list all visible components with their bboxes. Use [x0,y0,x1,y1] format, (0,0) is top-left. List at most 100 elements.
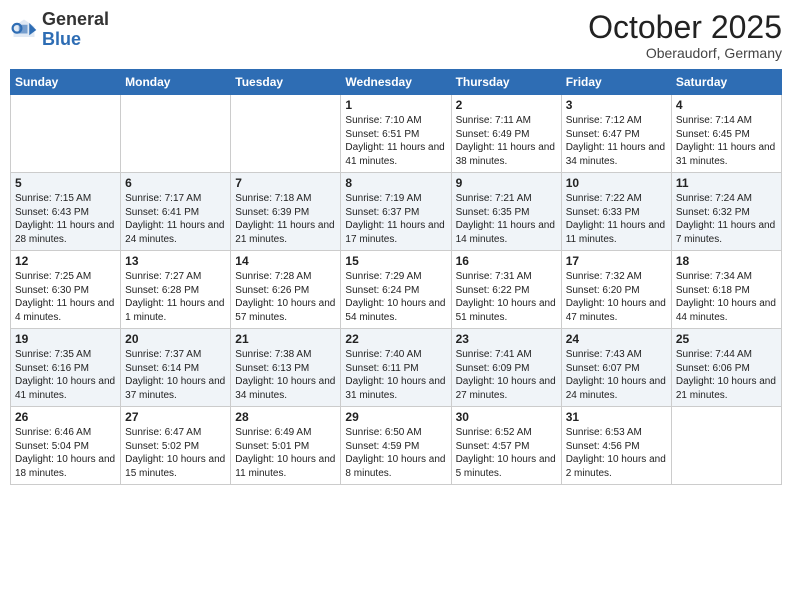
logo-text: General Blue [42,10,109,50]
title-block: October 2025 Oberaudorf, Germany [588,10,782,61]
day-number: 23 [456,332,557,346]
table-row: 7 Sunrise: 7:18 AM Sunset: 6:39 PM Daylig… [231,173,341,251]
table-row: 17 Sunrise: 7:32 AM Sunset: 6:20 PM Dayli… [561,251,671,329]
table-row: 2 Sunrise: 7:11 AM Sunset: 6:49 PM Daylig… [451,95,561,173]
table-row: 29Sunrise: 6:50 AM Sunset: 4:59 PM Dayli… [341,407,451,485]
month-title: October 2025 [588,10,782,45]
calendar: Sunday Monday Tuesday Wednesday Thursday… [10,69,782,485]
table-row: 1Sunrise: 7:10 AM Sunset: 6:51 PM Daylig… [341,95,451,173]
day-info: Sunrise: 7:18 AM Sunset: 6:39 PM Dayligh… [235,192,336,246]
day-number: 17 [566,254,667,268]
table-row: 4 Sunrise: 7:14 AM Sunset: 6:45 PM Daylig… [671,95,781,173]
table-row: 11Sunrise: 7:24 AM Sunset: 6:32 PM Dayli… [671,173,781,251]
calendar-week-5: 26 Sunrise: 6:46 AM Sunset: 5:04 PM Dayli… [11,407,782,485]
table-row: 6Sunrise: 7:17 AM Sunset: 6:41 PM Daylig… [121,173,231,251]
table-row: 9 Sunrise: 7:21 AM Sunset: 6:35 PM Daylig… [451,173,561,251]
table-row: 15Sunrise: 7:29 AM Sunset: 6:24 PM Dayli… [341,251,451,329]
calendar-week-4: 19 Sunrise: 7:35 AM Sunset: 6:16 PM Dayli… [11,329,782,407]
calendar-week-2: 5 Sunrise: 7:15 AM Sunset: 6:43 PM Daylig… [11,173,782,251]
day-number: 9 [456,176,557,190]
table-row: 22 Sunrise: 7:40 AM Sunset: 6:11 PM Dayli… [341,329,451,407]
day-info: Sunrise: 7:15 AM Sunset: 6:43 PM Dayligh… [15,192,116,246]
day-info: Sunrise: 7:21 AM Sunset: 6:35 PM Dayligh… [456,192,557,246]
table-row [11,95,121,173]
table-row: 3Sunrise: 7:12 AM Sunset: 6:47 PM Daylig… [561,95,671,173]
day-number: 20 [125,332,226,346]
day-info: Sunrise: 7:40 AM Sunset: 6:11 PM Dayligh… [345,348,446,402]
day-number: 8 [345,176,446,190]
day-info: Sunrise: 7:32 AM Sunset: 6:20 PM Dayligh… [566,270,667,324]
day-number: 2 [456,98,557,112]
table-row: 28 Sunrise: 6:49 AM Sunset: 5:01 PM Dayli… [231,407,341,485]
page: General Blue October 2025 Oberaudorf, Ge… [0,0,792,612]
day-info: Sunrise: 7:11 AM Sunset: 6:49 PM Dayligh… [456,114,557,168]
day-number: 26 [15,410,116,424]
day-info: Sunrise: 7:22 AM Sunset: 6:33 PM Dayligh… [566,192,667,246]
day-number: 13 [125,254,226,268]
day-info: Sunrise: 6:52 AM Sunset: 4:57 PM Dayligh… [456,426,557,480]
day-info: Sunrise: 7:10 AM Sunset: 6:51 PM Dayligh… [345,114,446,168]
day-info: Sunrise: 6:53 AM Sunset: 4:56 PM Dayligh… [566,426,667,480]
day-info: Sunrise: 7:31 AM Sunset: 6:22 PM Dayligh… [456,270,557,324]
day-info: Sunrise: 7:24 AM Sunset: 6:32 PM Dayligh… [676,192,777,246]
day-info: Sunrise: 7:25 AM Sunset: 6:30 PM Dayligh… [15,270,116,324]
day-info: Sunrise: 7:43 AM Sunset: 6:07 PM Dayligh… [566,348,667,402]
day-info: Sunrise: 7:35 AM Sunset: 6:16 PM Dayligh… [15,348,116,402]
day-info: Sunrise: 7:27 AM Sunset: 6:28 PM Dayligh… [125,270,226,324]
col-sunday: Sunday [11,70,121,95]
col-tuesday: Tuesday [231,70,341,95]
col-wednesday: Wednesday [341,70,451,95]
day-number: 10 [566,176,667,190]
day-number: 18 [676,254,777,268]
table-row [671,407,781,485]
day-number: 28 [235,410,336,424]
table-row: 21 Sunrise: 7:38 AM Sunset: 6:13 PM Dayli… [231,329,341,407]
table-row: 25 Sunrise: 7:44 AM Sunset: 6:06 PM Dayli… [671,329,781,407]
table-row: 19 Sunrise: 7:35 AM Sunset: 6:16 PM Dayli… [11,329,121,407]
day-number: 4 [676,98,777,112]
day-number: 5 [15,176,116,190]
day-info: Sunrise: 7:44 AM Sunset: 6:06 PM Dayligh… [676,348,777,402]
table-row: 16 Sunrise: 7:31 AM Sunset: 6:22 PM Dayli… [451,251,561,329]
day-number: 22 [345,332,446,346]
day-info: Sunrise: 6:46 AM Sunset: 5:04 PM Dayligh… [15,426,116,480]
day-info: Sunrise: 6:49 AM Sunset: 5:01 PM Dayligh… [235,426,336,480]
day-number: 31 [566,410,667,424]
table-row: 8 Sunrise: 7:19 AM Sunset: 6:37 PM Daylig… [341,173,451,251]
table-row: 31 Sunrise: 6:53 AM Sunset: 4:56 PM Dayli… [561,407,671,485]
table-row: 5 Sunrise: 7:15 AM Sunset: 6:43 PM Daylig… [11,173,121,251]
day-number: 6 [125,176,226,190]
day-info: Sunrise: 7:19 AM Sunset: 6:37 PM Dayligh… [345,192,446,246]
table-row [231,95,341,173]
day-info: Sunrise: 7:34 AM Sunset: 6:18 PM Dayligh… [676,270,777,324]
table-row: 20 Sunrise: 7:37 AM Sunset: 6:14 PM Dayli… [121,329,231,407]
day-number: 25 [676,332,777,346]
day-number: 29 [345,410,446,424]
day-number: 19 [15,332,116,346]
day-number: 7 [235,176,336,190]
day-info: Sunrise: 7:14 AM Sunset: 6:45 PM Dayligh… [676,114,777,168]
location: Oberaudorf, Germany [588,45,782,61]
day-info: Sunrise: 7:38 AM Sunset: 6:13 PM Dayligh… [235,348,336,402]
table-row: 26 Sunrise: 6:46 AM Sunset: 5:04 PM Dayli… [11,407,121,485]
day-info: Sunrise: 7:12 AM Sunset: 6:47 PM Dayligh… [566,114,667,168]
table-row: 23Sunrise: 7:41 AM Sunset: 6:09 PM Dayli… [451,329,561,407]
table-row: 27Sunrise: 6:47 AM Sunset: 5:02 PM Dayli… [121,407,231,485]
day-info: Sunrise: 6:47 AM Sunset: 5:02 PM Dayligh… [125,426,226,480]
day-number: 21 [235,332,336,346]
col-monday: Monday [121,70,231,95]
table-row: 10 Sunrise: 7:22 AM Sunset: 6:33 PM Dayli… [561,173,671,251]
header: General Blue October 2025 Oberaudorf, Ge… [10,10,782,61]
col-thursday: Thursday [451,70,561,95]
day-info: Sunrise: 7:28 AM Sunset: 6:26 PM Dayligh… [235,270,336,324]
col-friday: Friday [561,70,671,95]
day-number: 16 [456,254,557,268]
day-number: 24 [566,332,667,346]
table-row [121,95,231,173]
table-row: 30Sunrise: 6:52 AM Sunset: 4:57 PM Dayli… [451,407,561,485]
calendar-week-3: 12Sunrise: 7:25 AM Sunset: 6:30 PM Dayli… [11,251,782,329]
day-info: Sunrise: 7:29 AM Sunset: 6:24 PM Dayligh… [345,270,446,324]
logo-blue: Blue [42,29,81,49]
table-row: 13 Sunrise: 7:27 AM Sunset: 6:28 PM Dayli… [121,251,231,329]
day-info: Sunrise: 7:37 AM Sunset: 6:14 PM Dayligh… [125,348,226,402]
